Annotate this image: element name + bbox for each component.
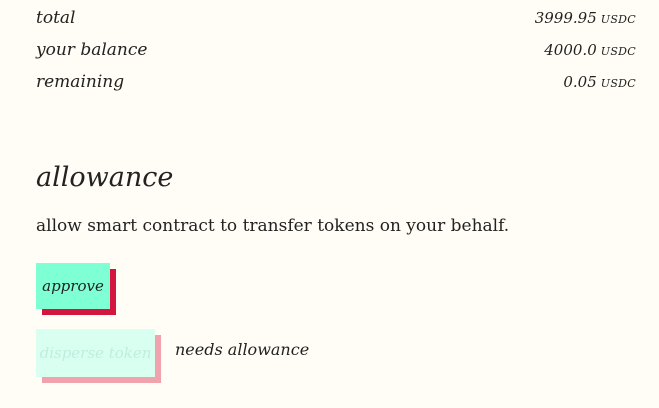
disperse-button-container: disperse token <box>36 329 161 383</box>
remaining-label: remaining <box>36 72 125 92</box>
summary-row-remaining: remaining 0.05 USDC <box>36 72 636 104</box>
allowance-description: allow smart contract to transfer tokens … <box>36 216 510 236</box>
total-amount: 3999.95 <box>534 9 597 27</box>
balance-unit: USDC <box>600 45 636 58</box>
remaining-unit: USDC <box>600 77 636 90</box>
needs-allowance-hint: needs allowance <box>175 340 310 359</box>
remaining-amount: 0.05 <box>563 73 597 91</box>
summary-row-total: total 3999.95 USDC <box>36 8 636 40</box>
balance-label: your balance <box>36 40 148 60</box>
total-value: 3999.95 USDC <box>535 9 636 27</box>
approve-button[interactable]: approve <box>36 263 110 309</box>
total-label: total <box>36 8 76 28</box>
approve-button-container: approve <box>36 263 116 315</box>
disperse-token-button[interactable]: disperse token <box>36 329 155 377</box>
summary-row-balance: your balance 4000.0 USDC <box>36 40 636 72</box>
balance-value: 4000.0 USDC <box>544 41 636 59</box>
remaining-value: 0.05 USDC <box>563 73 636 91</box>
total-unit: USDC <box>600 13 636 26</box>
balance-summary: total 3999.95 USDC your balance 4000.0 USD… <box>36 8 636 104</box>
allowance-heading: allowance <box>36 162 174 193</box>
balance-amount: 4000.0 <box>544 41 597 59</box>
